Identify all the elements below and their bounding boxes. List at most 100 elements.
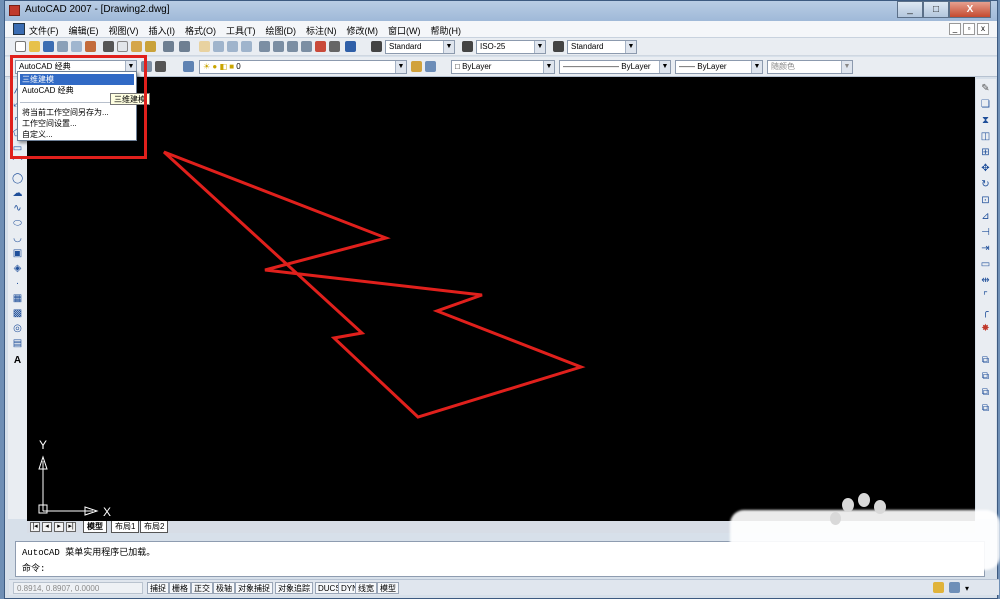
mirror-icon[interactable]: ⧗ xyxy=(980,115,991,126)
layer-previous-icon[interactable] xyxy=(425,61,436,72)
coordinate-readout[interactable]: 0.8914, 0.8907, 0.0000 xyxy=(13,582,143,594)
move-icon[interactable]: ✥ xyxy=(980,163,991,174)
redo-icon[interactable] xyxy=(179,41,190,52)
table-icon[interactable]: ▤ xyxy=(12,338,23,349)
menu-draw[interactable]: 绘图(D) xyxy=(266,24,297,37)
polar-toggle[interactable]: 极轴 xyxy=(213,582,235,594)
ellipse-icon[interactable]: ⬭ xyxy=(12,218,23,229)
zoom-previous-icon[interactable] xyxy=(241,41,252,52)
status-menu-chevron-icon[interactable]: ▾ xyxy=(965,583,976,594)
circle-icon[interactable]: ◯ xyxy=(12,173,23,184)
hatch-icon[interactable]: ▦ xyxy=(12,293,23,304)
menu-modify[interactable]: 修改(M) xyxy=(347,24,379,37)
first-tab-icon[interactable]: |◂ xyxy=(30,522,40,532)
zoom-realtime-icon[interactable] xyxy=(213,41,224,52)
properties-icon[interactable] xyxy=(259,41,270,52)
preview-icon[interactable] xyxy=(71,41,82,52)
snap-toggle[interactable]: 捕捉 xyxy=(147,582,169,594)
menu-window[interactable]: 窗口(W) xyxy=(388,24,421,37)
lock-icon[interactable] xyxy=(949,582,960,593)
title-bar[interactable]: AutoCAD 2007 - [Drawing2.dwg] _ □ X xyxy=(5,1,997,21)
insert-block-icon[interactable]: ▣ xyxy=(12,248,23,259)
help-icon[interactable] xyxy=(345,41,356,52)
otrack-toggle[interactable]: 对象追踪 xyxy=(275,582,313,594)
color-select[interactable]: □ ByLayer ▼ xyxy=(451,60,555,74)
copy-object-icon[interactable]: ❏ xyxy=(980,99,991,110)
menu-edit[interactable]: 编辑(E) xyxy=(69,24,99,37)
chamfer-icon[interactable]: ⌜ xyxy=(980,291,991,302)
communication-center-icon[interactable] xyxy=(933,582,944,593)
publish-icon[interactable] xyxy=(85,41,96,52)
markup-icon[interactable] xyxy=(315,41,326,52)
array-icon[interactable]: ⊞ xyxy=(980,147,991,158)
draworder-front-icon[interactable]: ⧉ xyxy=(980,355,991,366)
menu-help[interactable]: 帮助(H) xyxy=(431,24,462,37)
print-icon[interactable] xyxy=(57,41,68,52)
trim-icon[interactable]: ⊣ xyxy=(980,227,991,238)
tab-layout2[interactable]: 布局2 xyxy=(140,521,169,533)
fillet-icon[interactable]: ╭ xyxy=(980,307,991,318)
maximize-button[interactable]: □ xyxy=(923,1,949,18)
draworder-above-icon[interactable]: ⧉ xyxy=(980,387,991,398)
region-icon[interactable]: ◎ xyxy=(12,323,23,334)
make-current-layer-icon[interactable] xyxy=(411,61,422,72)
linetype-select[interactable]: ——————— ByLayer ▼ xyxy=(559,60,671,74)
point-icon[interactable]: · xyxy=(12,278,23,289)
sheet-set-icon[interactable] xyxy=(301,41,312,52)
minimize-button[interactable]: _ xyxy=(897,1,923,18)
match-properties-icon[interactable] xyxy=(145,41,156,52)
draworder-back-icon[interactable]: ⧉ xyxy=(980,371,991,382)
dim-style-select[interactable]: ISO-25 ▼ xyxy=(476,40,546,54)
grid-toggle[interactable]: 栅格 xyxy=(169,582,191,594)
ellipse-arc-icon[interactable]: ◡ xyxy=(12,233,23,244)
extend-icon[interactable]: ⇥ xyxy=(980,243,991,254)
menu-file[interactable]: 文件(F) xyxy=(29,24,59,37)
draworder-under-icon[interactable]: ⧉ xyxy=(980,403,991,414)
menu-format[interactable]: 格式(O) xyxy=(185,24,216,37)
make-block-icon[interactable]: ◈ xyxy=(12,263,23,274)
spline-icon[interactable]: ∿ xyxy=(12,203,23,214)
calculator-icon[interactable] xyxy=(329,41,340,52)
design-center-icon[interactable] xyxy=(273,41,284,52)
offset-icon[interactable]: ◫ xyxy=(980,131,991,142)
explode-icon[interactable]: ✸ xyxy=(980,323,991,334)
arc-icon[interactable]: ⌒ xyxy=(12,158,23,169)
revision-cloud-icon[interactable]: ☁ xyxy=(12,188,23,199)
ortho-toggle[interactable]: 正交 xyxy=(191,582,213,594)
close-button[interactable]: X xyxy=(949,1,991,18)
osnap-toggle[interactable]: 对象捕捉 xyxy=(235,582,273,594)
gradient-icon[interactable]: ▩ xyxy=(12,308,23,319)
menu-insert[interactable]: 插入(I) xyxy=(149,24,176,37)
undo-icon[interactable] xyxy=(163,41,174,52)
copy-icon[interactable] xyxy=(117,41,128,52)
prev-tab-icon[interactable]: ◂ xyxy=(42,522,52,532)
zoom-window-icon[interactable] xyxy=(227,41,238,52)
lineweight-toggle[interactable]: 线宽 xyxy=(355,582,377,594)
table-style-select[interactable]: Standard ▼ xyxy=(567,40,637,54)
text-style-select[interactable]: Standard ▼ xyxy=(385,40,455,54)
lightning-shape[interactable] xyxy=(162,150,586,419)
next-tab-icon[interactable]: ▸ xyxy=(54,522,64,532)
rotate-icon[interactable]: ↻ xyxy=(980,179,991,190)
stretch-icon[interactable]: ⊿ xyxy=(980,211,991,222)
join-icon[interactable]: ⇹ xyxy=(980,275,991,286)
tab-layout1[interactable]: 布局1 xyxy=(111,521,140,533)
drawing-canvas[interactable]: Y X xyxy=(27,77,975,521)
scale-icon[interactable]: ⊡ xyxy=(980,195,991,206)
save-icon[interactable] xyxy=(43,41,54,52)
table-style-icon[interactable] xyxy=(553,41,564,52)
erase-icon[interactable]: ✎ xyxy=(980,83,991,94)
dim-style-icon[interactable] xyxy=(462,41,473,52)
model-toggle[interactable]: 模型 xyxy=(377,582,399,594)
pan-icon[interactable] xyxy=(199,41,210,52)
menu-dimension[interactable]: 标注(N) xyxy=(306,24,337,37)
menu-view[interactable]: 视图(V) xyxy=(109,24,139,37)
lineweight-select[interactable]: —— ByLayer ▼ xyxy=(675,60,763,74)
multiline-text-icon[interactable]: A xyxy=(12,355,23,366)
document-icon[interactable] xyxy=(13,23,25,35)
last-tab-icon[interactable]: ▸| xyxy=(66,522,76,532)
cut-icon[interactable] xyxy=(103,41,114,52)
paste-icon[interactable] xyxy=(131,41,142,52)
tab-model[interactable]: 模型 xyxy=(83,521,107,533)
doc-close-button[interactable]: x xyxy=(977,23,989,35)
